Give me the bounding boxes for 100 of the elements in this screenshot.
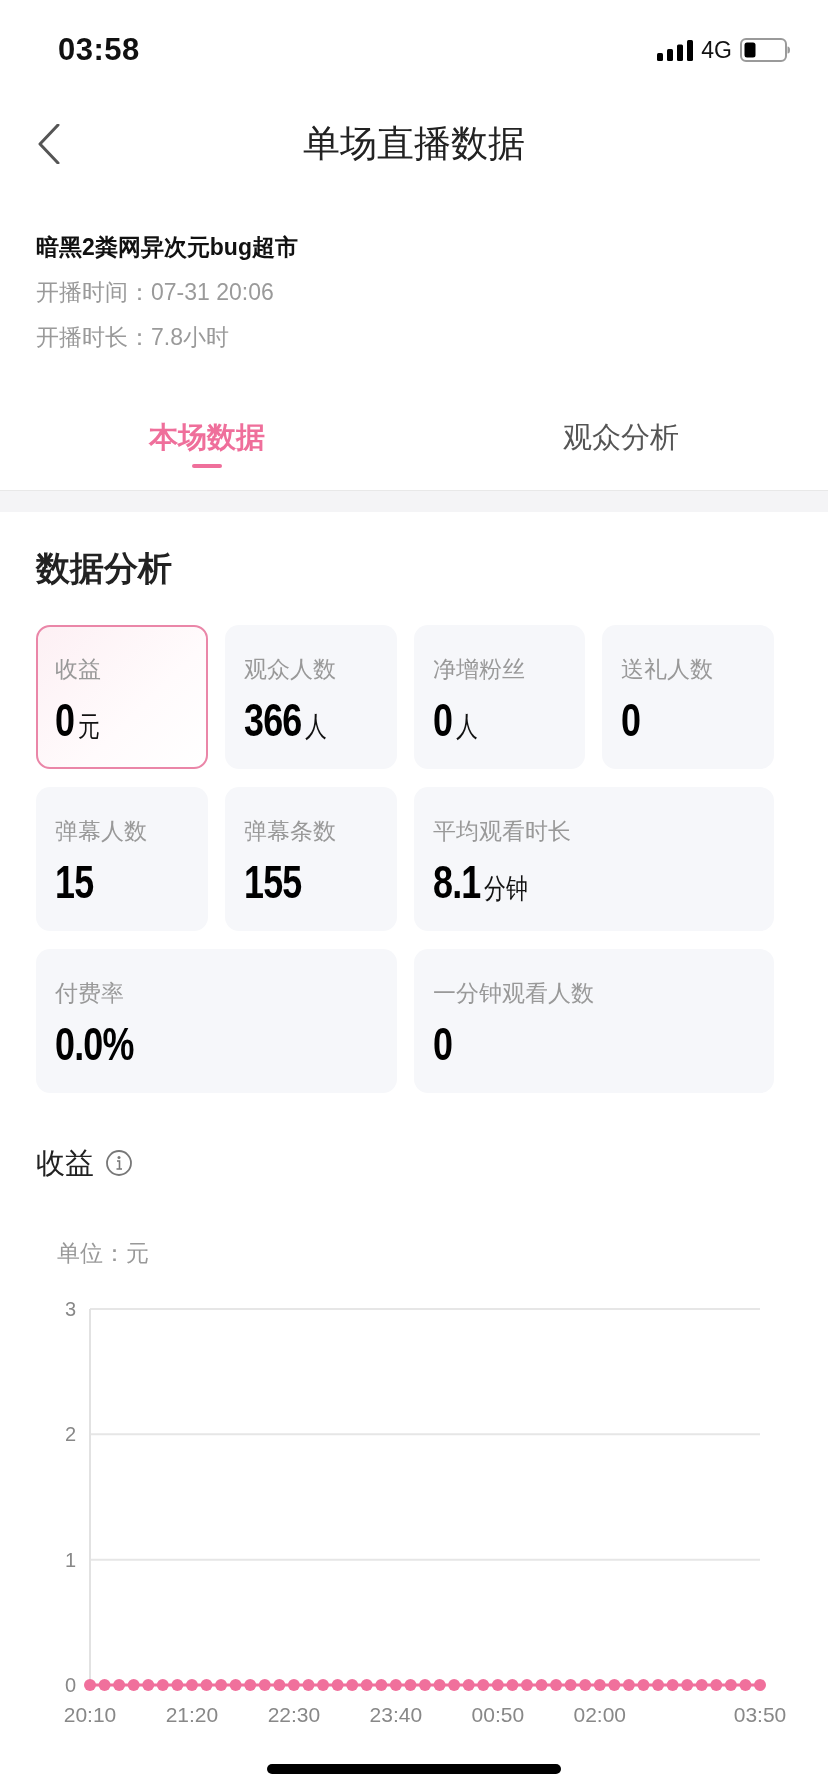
data-point <box>127 1679 140 1691</box>
y-tick-label: 1 <box>64 1548 76 1571</box>
data-point <box>375 1679 388 1691</box>
data-point <box>681 1679 694 1691</box>
stat-card[interactable]: 净增粉丝 0人 <box>413 625 586 769</box>
stat-value: 15 <box>55 859 94 905</box>
tab-underline <box>192 464 222 468</box>
x-tick-label: 23:40 <box>369 1703 423 1726</box>
stat-label: 弹幕条数 <box>243 817 336 846</box>
data-point <box>171 1679 184 1691</box>
data-point <box>695 1679 708 1691</box>
data-point <box>448 1679 461 1691</box>
data-point <box>433 1679 446 1691</box>
back-icon <box>38 124 60 164</box>
data-point <box>346 1679 359 1691</box>
stat-card[interactable]: 收益 0元 <box>36 625 208 769</box>
stat-card[interactable]: 付费率 0.0% <box>36 949 397 1093</box>
stat-card[interactable]: 平均观看时长 8.1分钟 <box>413 787 774 931</box>
signal-icon <box>657 39 694 61</box>
stream-duration: 开播时长：7.8小时 <box>36 323 230 352</box>
start-time: 开播时间：07-31 20:06 <box>36 278 275 307</box>
data-point <box>535 1679 548 1691</box>
x-tick-label: 00:50 <box>471 1703 525 1726</box>
stat-label: 净增粉丝 <box>432 655 525 684</box>
data-point <box>462 1679 475 1691</box>
stat-label: 收益 <box>55 655 101 684</box>
data-point <box>593 1679 606 1691</box>
x-tick-label: 03:50 <box>733 1703 787 1726</box>
data-point <box>185 1679 198 1691</box>
data-point <box>287 1679 300 1691</box>
data-point <box>608 1679 621 1691</box>
data-point <box>666 1679 679 1691</box>
stat-label: 弹幕人数 <box>55 817 147 846</box>
section-title: 数据分析 <box>36 548 173 588</box>
data-point <box>389 1679 402 1691</box>
data-point <box>754 1679 766 1691</box>
data-point <box>113 1679 126 1691</box>
y-tick-label: 3 <box>64 1298 76 1320</box>
page-title: 单场直播数据 <box>303 122 525 166</box>
info-icon[interactable] <box>106 1150 132 1176</box>
data-point <box>404 1679 417 1691</box>
stat-value: 0元 <box>55 697 100 748</box>
y-tick-label: 2 <box>64 1423 76 1446</box>
data-point <box>622 1679 635 1691</box>
data-point <box>506 1679 519 1691</box>
stat-label: 平均观看时长 <box>432 817 571 846</box>
data-point <box>273 1679 286 1691</box>
stat-card[interactable]: 观众人数 366人 <box>224 625 397 769</box>
stat-value: 0人 <box>432 697 478 748</box>
stat-value: 0.0% <box>55 1021 134 1067</box>
status-time: 03:58 <box>58 32 140 68</box>
data-point <box>652 1679 665 1691</box>
stat-card[interactable]: 一分钟观看人数 0 <box>413 949 774 1093</box>
data-point <box>302 1679 315 1691</box>
x-tick-label: 21:20 <box>165 1703 219 1726</box>
data-point <box>258 1679 271 1691</box>
data-point <box>419 1679 431 1691</box>
data-point <box>360 1679 373 1691</box>
stat-label: 观众人数 <box>243 655 336 684</box>
stat-card[interactable]: 弹幕条数 155 <box>224 787 397 931</box>
stat-card[interactable]: 送礼人数 0 <box>602 625 774 769</box>
x-tick-label: 20:10 <box>63 1703 117 1726</box>
data-point <box>739 1679 752 1691</box>
tab[interactable]: 观众分析 <box>414 400 828 490</box>
data-point <box>331 1679 344 1691</box>
battery-icon <box>740 38 790 62</box>
stat-value: 0 <box>432 1021 452 1067</box>
stat-label: 一分钟观看人数 <box>432 979 594 1008</box>
stat-value: 366人 <box>243 697 327 748</box>
stat-value: 155 <box>243 859 302 905</box>
data-point <box>564 1679 577 1691</box>
x-tick-label: 22:30 <box>267 1703 321 1726</box>
unit-label: 单位：元 <box>57 1239 149 1268</box>
stat-card[interactable]: 弹幕人数 15 <box>36 787 208 931</box>
y-tick-label: 0 <box>64 1674 76 1696</box>
x-tick-label: 02:00 <box>573 1703 627 1726</box>
chart-title: 收益 <box>36 1146 94 1181</box>
stat-value: 8.1分钟 <box>432 859 528 910</box>
data-point <box>98 1679 111 1691</box>
stream-name: 暗黑2粪网异次元bug超市 <box>36 233 299 262</box>
data-point <box>84 1679 96 1691</box>
data-point <box>200 1679 213 1691</box>
data-point <box>317 1679 330 1691</box>
data-point <box>491 1679 504 1691</box>
stat-value: 0 <box>621 697 641 743</box>
data-point <box>229 1679 242 1691</box>
data-point <box>724 1679 737 1691</box>
data-point <box>579 1679 592 1691</box>
data-point <box>550 1679 563 1691</box>
network-type: 4G <box>701 36 732 64</box>
data-point <box>244 1679 257 1691</box>
data-point <box>156 1679 169 1691</box>
data-point <box>215 1679 228 1691</box>
back-button[interactable] <box>37 123 61 165</box>
data-point <box>710 1679 723 1691</box>
stat-label: 付费率 <box>55 979 124 1008</box>
data-point <box>142 1679 155 1691</box>
data-point <box>520 1679 533 1691</box>
stat-label: 送礼人数 <box>621 655 714 684</box>
data-point <box>477 1679 490 1691</box>
